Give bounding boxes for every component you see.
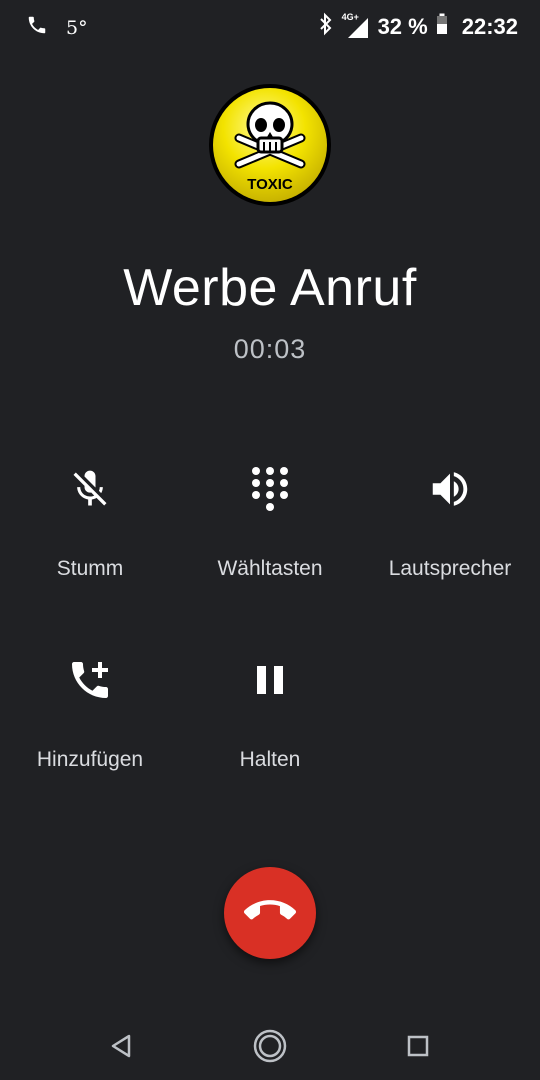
status-bar: 5° 4G+ 32 % 22:32	[0, 0, 540, 54]
temperature: 5°	[66, 16, 88, 39]
back-icon	[111, 1034, 131, 1058]
recents-button[interactable]	[398, 1026, 438, 1066]
clock: 22:32	[461, 13, 518, 39]
speaker-button[interactable]: Lautsprecher	[360, 462, 540, 581]
avatar-label: TOXIC	[247, 176, 293, 193]
in-call-screen: 5° 4G+ 32 % 22:32 TOXIC Werbe Anruf 00:0…	[0, 0, 540, 1080]
bluetooth-icon	[318, 12, 334, 41]
add-call-label: Hinzufügen	[36, 748, 144, 771]
battery-percent: 32 %	[377, 13, 428, 39]
home-icon	[253, 1029, 287, 1063]
phone-icon	[26, 14, 48, 41]
add-call-button[interactable]: Hinzufügen	[0, 653, 180, 772]
call-timer: 00:03	[233, 334, 307, 364]
hang-up-icon	[244, 885, 296, 942]
add-call-icon	[0, 653, 180, 707]
battery-icon	[436, 13, 448, 40]
hold-label: Halten	[239, 748, 301, 771]
keypad-button[interactable]: Wähltasten	[180, 462, 360, 581]
caller-avatar: TOXIC	[207, 82, 333, 208]
dialpad-icon	[180, 462, 360, 516]
mic-off-icon	[0, 462, 180, 516]
mute-label: Stumm	[56, 557, 124, 580]
back-button[interactable]	[101, 1026, 141, 1066]
end-call-button[interactable]	[224, 867, 316, 959]
mute-button[interactable]: Stumm	[0, 462, 180, 581]
recents-icon	[407, 1035, 429, 1057]
keypad-label: Wähltasten	[217, 557, 323, 580]
home-button[interactable]	[250, 1026, 290, 1066]
signal-icon: 4G+	[342, 12, 370, 40]
navigation-bar	[0, 1010, 540, 1080]
pause-icon	[180, 653, 360, 707]
speaker-label: Lautsprecher	[388, 557, 512, 580]
volume-icon	[360, 462, 540, 516]
caller-name: Werbe Anruf	[123, 259, 417, 317]
hold-button[interactable]: Halten	[180, 653, 360, 772]
